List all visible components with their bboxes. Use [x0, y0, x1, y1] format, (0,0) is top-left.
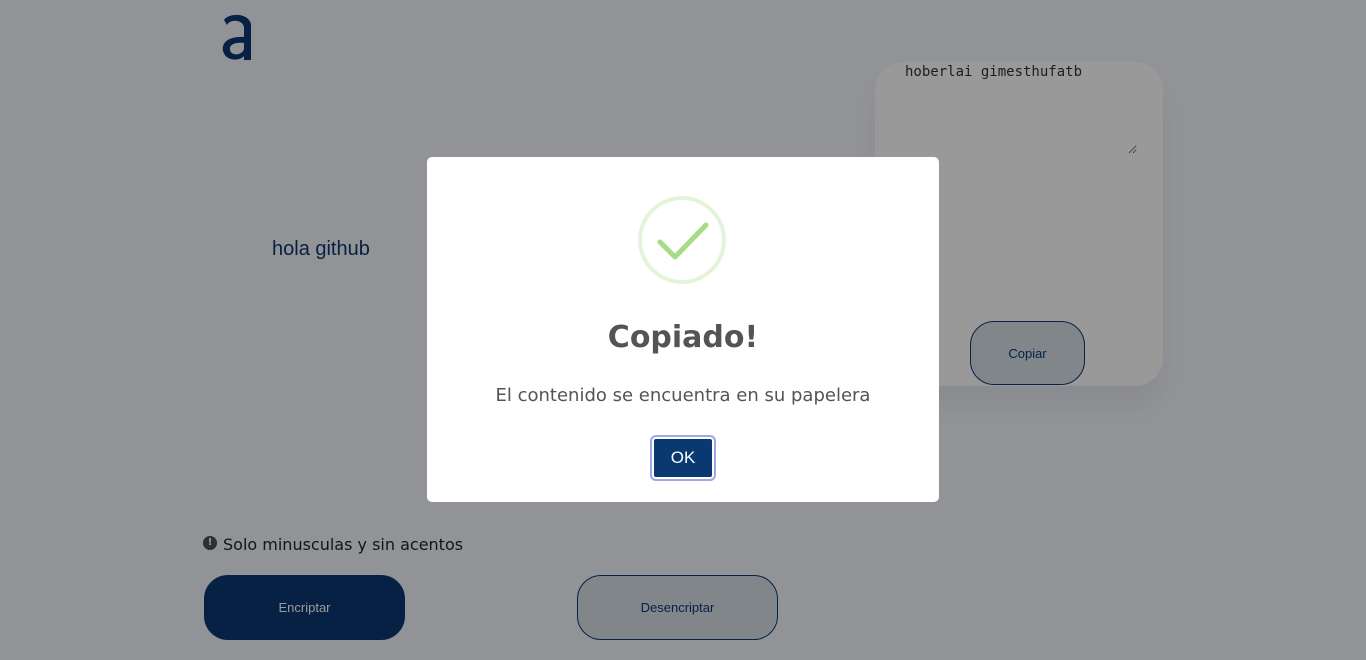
ok-button[interactable]: OK — [652, 437, 714, 479]
success-dialog: Copiado! El contenido se encuentra en su… — [427, 157, 939, 502]
page: hola github hoberlai gimesthufatb Copiar… — [0, 0, 1366, 660]
dialog-message: El contenido se encuentra en su papelera — [495, 385, 871, 406]
dialog-title: Copiado! — [607, 320, 759, 355]
success-check-icon — [638, 196, 726, 284]
